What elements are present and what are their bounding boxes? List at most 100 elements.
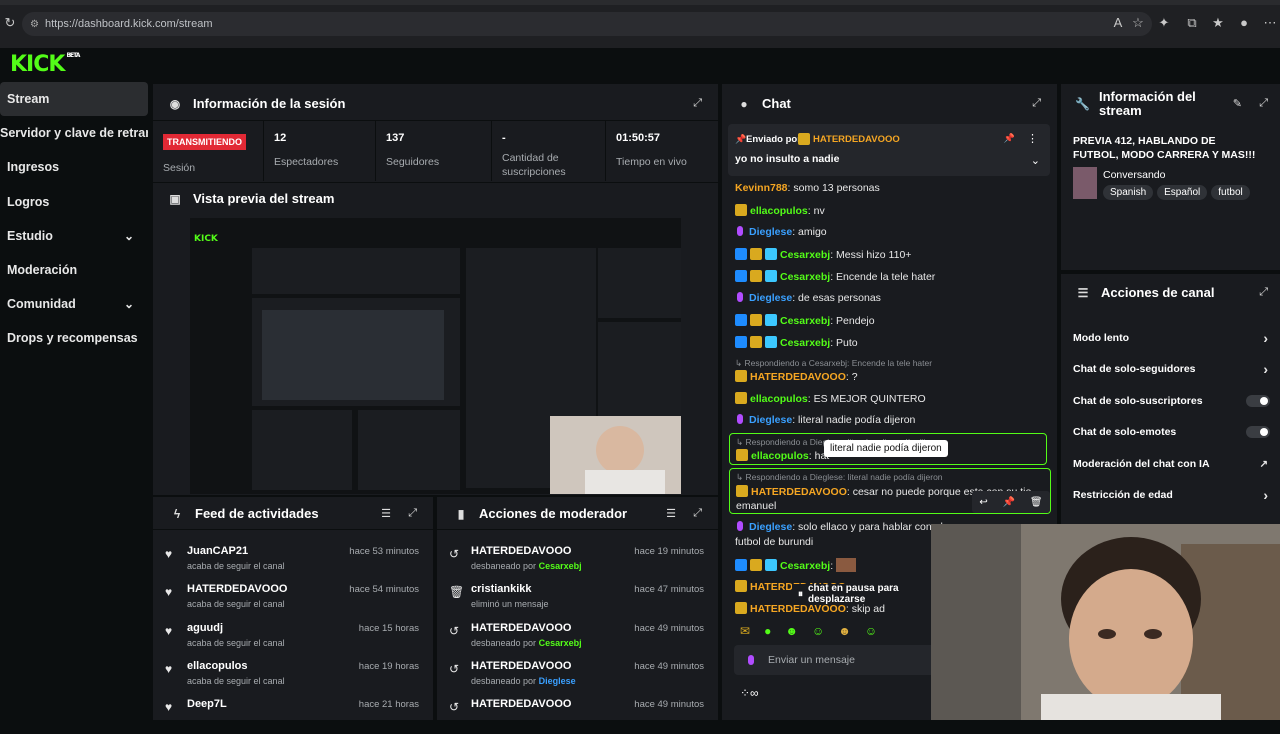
filter-icon[interactable]: ☰: [666, 507, 676, 520]
more-menu-icon[interactable]: ⋯: [1262, 15, 1278, 31]
sidebar-item-moderacion[interactable]: Moderación: [0, 253, 148, 287]
expand-icon[interactable]: ⤢: [408, 507, 417, 520]
filter-icon[interactable]: ☰: [381, 507, 391, 520]
chat-paused-banner[interactable]: ⏸ chat en pausa para desplazarse: [792, 583, 942, 605]
chat-user[interactable]: ellacopulos: [751, 450, 809, 462]
channel-action-slow-mode[interactable]: Modo lento ›: [1061, 330, 1280, 346]
reload-icon[interactable]: ↻: [2, 15, 18, 31]
favorites-icon[interactable]: ★: [1210, 15, 1226, 31]
list-item[interactable]: 🗑 cristiankikk eliminó un mensaje hace 47 m…: [437, 581, 718, 619]
site-info-icon[interactable]: ⚙: [30, 19, 39, 30]
chat-message[interactable]: Cesarxebj: Encende la tele hater: [735, 270, 935, 283]
list-item[interactable]: ♥ ellacopulos acaba de seguir el canal hace…: [153, 658, 433, 696]
edit-pencil-icon[interactable]: ✎: [1233, 97, 1242, 110]
emote-icon[interactable]: ●: [764, 624, 771, 638]
expand-icon[interactable]: ⤢: [1259, 97, 1268, 110]
chat-user[interactable]: Dieglese: [749, 521, 792, 533]
chat-message[interactable]: Dieglese: amigo: [735, 226, 827, 238]
delete-icon[interactable]: 🗑: [1030, 497, 1043, 508]
chat-message[interactable]: Dieglese: solo ellaco y para hablar con …: [735, 521, 943, 533]
chat-user[interactable]: Dieglese: [749, 414, 792, 426]
chat-message[interactable]: HATERDEDAVOOO: skip ad: [735, 602, 885, 615]
chevron-down-icon[interactable]: ⌄: [1031, 154, 1040, 167]
expand-icon[interactable]: ⤢: [1259, 286, 1268, 299]
list-item[interactable]: ♥ JuanCAP21 acaba de seguir el canal hace 5…: [153, 543, 433, 581]
chat-user[interactable]: ellacopulos: [750, 205, 808, 217]
emote-icon[interactable]: ✉: [740, 624, 750, 638]
channel-action-age-restriction[interactable]: Restricción de edad ›: [1061, 487, 1280, 503]
chat-user[interactable]: Cesarxebj: [780, 249, 830, 261]
chat-user[interactable]: ellacopulos: [750, 393, 808, 405]
sidebar-item-drops[interactable]: Drops y recompensas: [0, 321, 148, 355]
chat-message[interactable]: Dieglese: literal nadie podía dijeron: [735, 414, 915, 426]
list-item[interactable]: ♥ aguudj acaba de seguir el canal hace 15 h…: [153, 620, 433, 658]
expand-icon[interactable]: ⤢: [1032, 97, 1041, 110]
emote-icon[interactable]: ☺: [865, 624, 877, 638]
expand-icon[interactable]: ⤢: [693, 507, 702, 520]
chat-message[interactable]: ellacopulos: nv: [735, 204, 825, 217]
bookmark-star-icon[interactable]: ☆: [1130, 15, 1146, 31]
tag[interactable]: Español: [1157, 185, 1208, 200]
reply-reference[interactable]: ↳ Respondiendo a Dieglese: literal nadie…: [736, 472, 943, 483]
tag[interactable]: futbol: [1211, 185, 1250, 200]
chat-user[interactable]: Dieglese: [749, 292, 792, 304]
subscribers-only-toggle[interactable]: [1246, 395, 1270, 407]
channel-action-ai-moderation[interactable]: Moderación del chat con IA ↗: [1061, 456, 1280, 472]
list-item[interactable]: ↺ HATERDEDAVOOO hace 49 minutos: [437, 696, 718, 734]
pinned-message[interactable]: 📌 Enviado por HATERDEDAVOOO yo no insult…: [728, 124, 1050, 176]
chat-message[interactable]: Cesarxebj: Pendejo: [735, 314, 875, 327]
read-aloud-icon[interactable]: A: [1110, 15, 1126, 31]
more-options-icon[interactable]: ⋮: [1027, 132, 1038, 145]
chat-user[interactable]: Cesarxebj: [780, 315, 830, 327]
unpin-icon[interactable]: 📌: [1004, 133, 1015, 144]
emotes-only-toggle[interactable]: [1246, 426, 1270, 438]
sidebar-item-server-key[interactable]: Servidor y clave de retransmisión: [0, 116, 148, 150]
chat-user[interactable]: HATERDEDAVOOO: [750, 603, 846, 615]
chat-user[interactable]: Kevinn788: [735, 182, 788, 194]
address-bar[interactable]: ⚙ https://dashboard.kick.com/stream: [22, 12, 1152, 36]
sidebar-item-estudio[interactable]: Estudio ⌄: [0, 219, 148, 253]
reply-icon[interactable]: ↩: [979, 497, 987, 508]
channel-action-subscribers-only[interactable]: Chat de solo-suscriptores: [1061, 393, 1280, 409]
tag[interactable]: Spanish: [1103, 185, 1154, 200]
sidebar-item-ingresos[interactable]: Ingresos: [0, 150, 148, 184]
chat-message[interactable]: Cesarxebj:: [735, 558, 857, 572]
category-thumbnail[interactable]: [1073, 167, 1097, 199]
channel-action-followers-only[interactable]: Chat de solo-seguidores ›: [1061, 361, 1280, 377]
reply-reference[interactable]: ↳ Respondiendo a Cesarxebj: Encende la t…: [735, 358, 932, 369]
chat-user[interactable]: Dieglese: [749, 226, 792, 238]
sidebar-item-comunidad[interactable]: Comunidad ⌄: [0, 287, 148, 321]
extensions-icon[interactable]: ✦: [1156, 15, 1172, 31]
chat-message[interactable]: ellacopulos: ES MEJOR QUINTERO: [735, 392, 926, 405]
sidebar-item-logros[interactable]: Logros: [0, 185, 148, 219]
chat-message[interactable]: Cesarxebj: Messi hizo 110+: [735, 248, 911, 261]
chat-user[interactable]: Cesarxebj: [780, 560, 830, 572]
sidebar-item-stream[interactable]: Stream: [0, 82, 148, 117]
split-screen-icon[interactable]: ⧉: [1184, 15, 1200, 31]
list-item[interactable]: ♥ Deep7L hace 21 horas: [153, 696, 433, 734]
chat-settings-icon[interactable]: ⁘∞: [740, 686, 759, 700]
chat-message[interactable]: HATERDEDAVOOO: ?: [735, 370, 858, 383]
chat-message[interactable]: ellacopulos: hat: [736, 449, 829, 462]
chat-user[interactable]: Cesarxebj: [780, 271, 830, 283]
chat-user[interactable]: HATERDEDAVOOO: [751, 486, 847, 498]
profile-avatar-icon[interactable]: ●: [1236, 15, 1252, 31]
list-item[interactable]: ♥ HATERDEDAVOOO acaba de seguir el canal ha…: [153, 581, 433, 619]
pin-icon[interactable]: 📌: [1003, 497, 1015, 508]
kick-logo[interactable]: KICK BETA: [10, 52, 80, 77]
list-item[interactable]: ↺ HATERDEDAVOOO desbaneado por Cesarxebj ha…: [437, 543, 718, 581]
emote-icon[interactable]: ☻: [785, 624, 798, 638]
chat-message[interactable]: Dieglese: de esas personas: [735, 292, 881, 304]
expand-icon[interactable]: ⤢: [693, 97, 702, 110]
chat-user[interactable]: Cesarxebj: [780, 337, 830, 349]
stream-preview-video[interactable]: KICK: [190, 218, 681, 494]
chat-message[interactable]: Kevinn788: somo 13 personas: [735, 182, 880, 194]
category-name[interactable]: Conversando: [1103, 169, 1165, 181]
channel-action-emotes-only[interactable]: Chat de solo-emotes: [1061, 424, 1280, 440]
emote-icon[interactable]: ☻: [838, 624, 851, 638]
chat-user[interactable]: HATERDEDAVOOO: [750, 371, 846, 383]
highlighted-message[interactable]: ↳ Respondiendo a Dieglese: literal nadie…: [729, 468, 1051, 514]
emote-icon[interactable]: ☺: [812, 624, 824, 638]
chat-message[interactable]: Cesarxebj: Puto: [735, 336, 858, 349]
list-item[interactable]: ↺ HATERDEDAVOOO desbaneado por Dieglese hac…: [437, 658, 718, 696]
